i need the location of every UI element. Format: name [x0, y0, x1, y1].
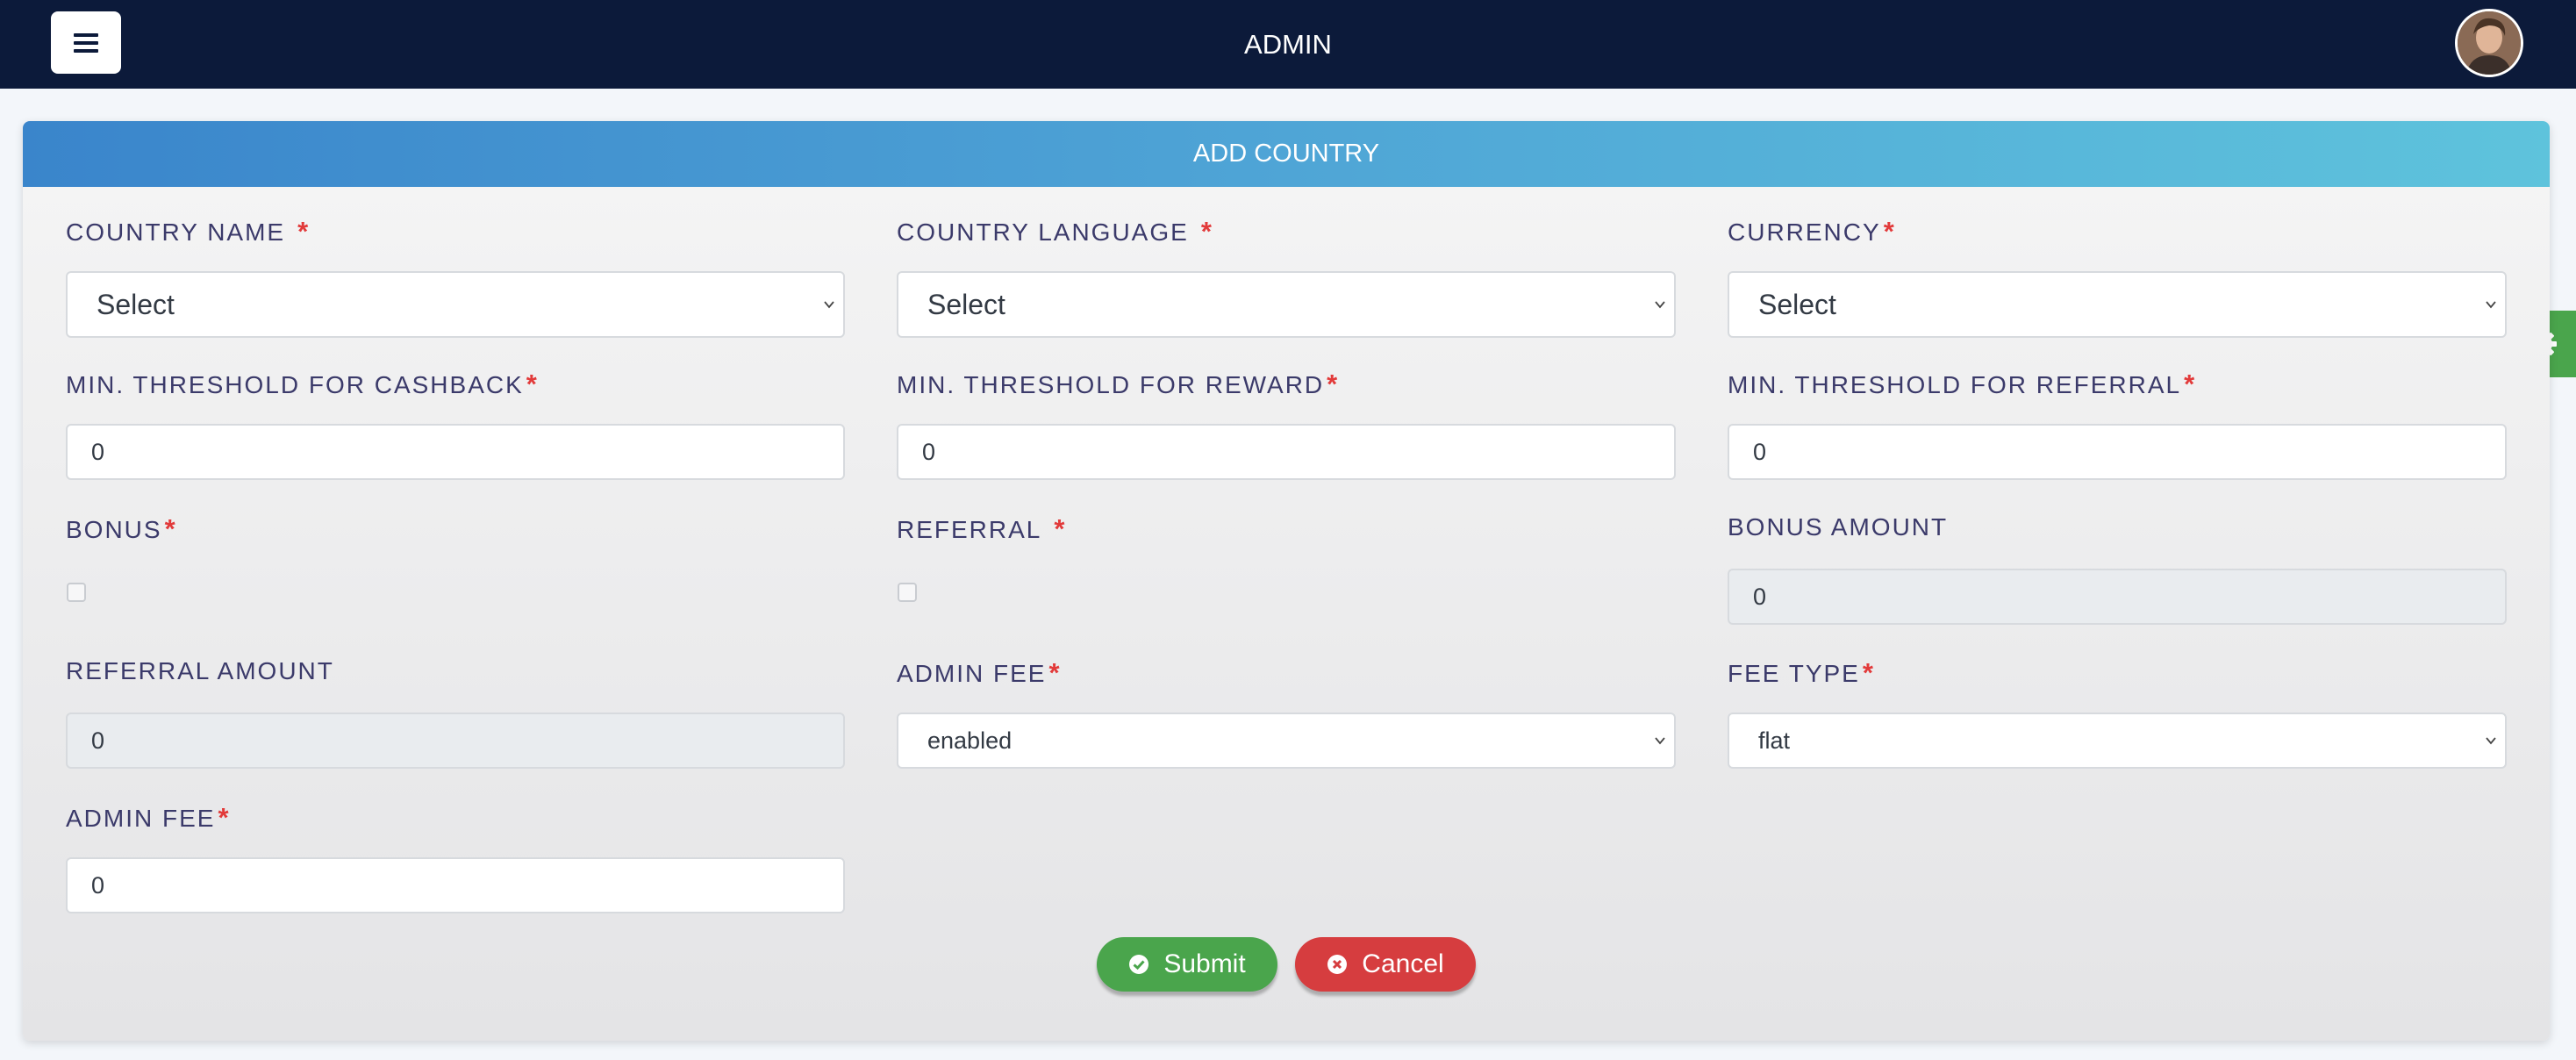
chevron-down-icon: [2486, 737, 2496, 745]
referral-label: REFERRAL *: [897, 513, 1067, 544]
chevron-down-icon: [1655, 737, 1665, 745]
required-asterisk: *: [218, 802, 231, 833]
country-name-label: COUNTRY NAME *: [66, 216, 311, 247]
admin-fee-value-input[interactable]: 0: [66, 857, 845, 913]
app-title: ADMIN: [1244, 29, 1332, 60]
required-asterisk: *: [1862, 657, 1875, 688]
admin-fee-value-label: ADMIN FEE*: [66, 802, 231, 833]
currency-select[interactable]: Select: [1728, 271, 2507, 338]
country-language-label: COUNTRY LANGUAGE *: [897, 216, 1213, 247]
top-navbar: ADMIN: [0, 0, 2576, 89]
country-name-select[interactable]: Select: [66, 271, 845, 338]
admin-fee-status-label: ADMIN FEE*: [897, 657, 1062, 688]
min-threshold-reward-label: MIN. THRESHOLD FOR REWARD*: [897, 369, 1340, 399]
check-circle-icon: [1128, 954, 1149, 975]
card-title: ADD COUNTRY: [23, 121, 2550, 187]
chevron-down-icon: [1655, 301, 1665, 309]
required-asterisk: *: [1327, 369, 1340, 399]
required-asterisk: *: [164, 513, 177, 544]
min-threshold-referral-label: MIN. THRESHOLD FOR REFERRAL*: [1728, 369, 2197, 399]
add-country-card: ADD COUNTRY COUNTRY NAME * Select COUNTRY…: [23, 121, 2550, 1041]
bonus-amount-label: BONUS AMOUNT: [1728, 513, 1949, 541]
referral-amount-input[interactable]: 0: [66, 713, 845, 769]
referral-amount-label: REFERRAL AMOUNT: [66, 657, 334, 684]
admin-fee-status-select[interactable]: enabled: [897, 713, 1676, 769]
times-circle-icon: [1327, 954, 1348, 975]
bonus-checkbox[interactable]: [67, 583, 86, 602]
bonus-amount-input[interactable]: 0: [1728, 569, 2507, 625]
submit-button[interactable]: Submit: [1097, 937, 1277, 992]
required-asterisk: *: [1048, 657, 1062, 688]
required-asterisk: *: [297, 216, 311, 247]
required-asterisk: *: [1200, 216, 1213, 247]
min-threshold-cashback-input[interactable]: 0: [66, 424, 845, 480]
menu-toggle-button[interactable]: [51, 11, 121, 74]
chevron-down-icon: [824, 301, 834, 309]
chevron-down-icon: [2486, 301, 2496, 309]
required-asterisk: *: [1883, 216, 1896, 247]
country-language-select[interactable]: Select: [897, 271, 1676, 338]
bonus-label: BONUS*: [66, 513, 177, 544]
referral-checkbox[interactable]: [898, 583, 917, 602]
required-asterisk: *: [1054, 513, 1067, 544]
fee-type-select[interactable]: flat: [1728, 713, 2507, 769]
user-avatar[interactable]: [2455, 9, 2523, 77]
hamburger-icon: [74, 32, 98, 54]
fee-type-label: FEE TYPE*: [1728, 657, 1875, 688]
currency-label: CURRENCY*: [1728, 216, 1896, 247]
min-threshold-reward-input[interactable]: 0: [897, 424, 1676, 480]
required-asterisk: *: [2184, 369, 2197, 399]
required-asterisk: *: [526, 369, 539, 399]
min-threshold-cashback-label: MIN. THRESHOLD FOR CASHBACK*: [66, 369, 539, 399]
min-threshold-referral-input[interactable]: 0: [1728, 424, 2507, 480]
cancel-button[interactable]: Cancel: [1295, 937, 1476, 992]
